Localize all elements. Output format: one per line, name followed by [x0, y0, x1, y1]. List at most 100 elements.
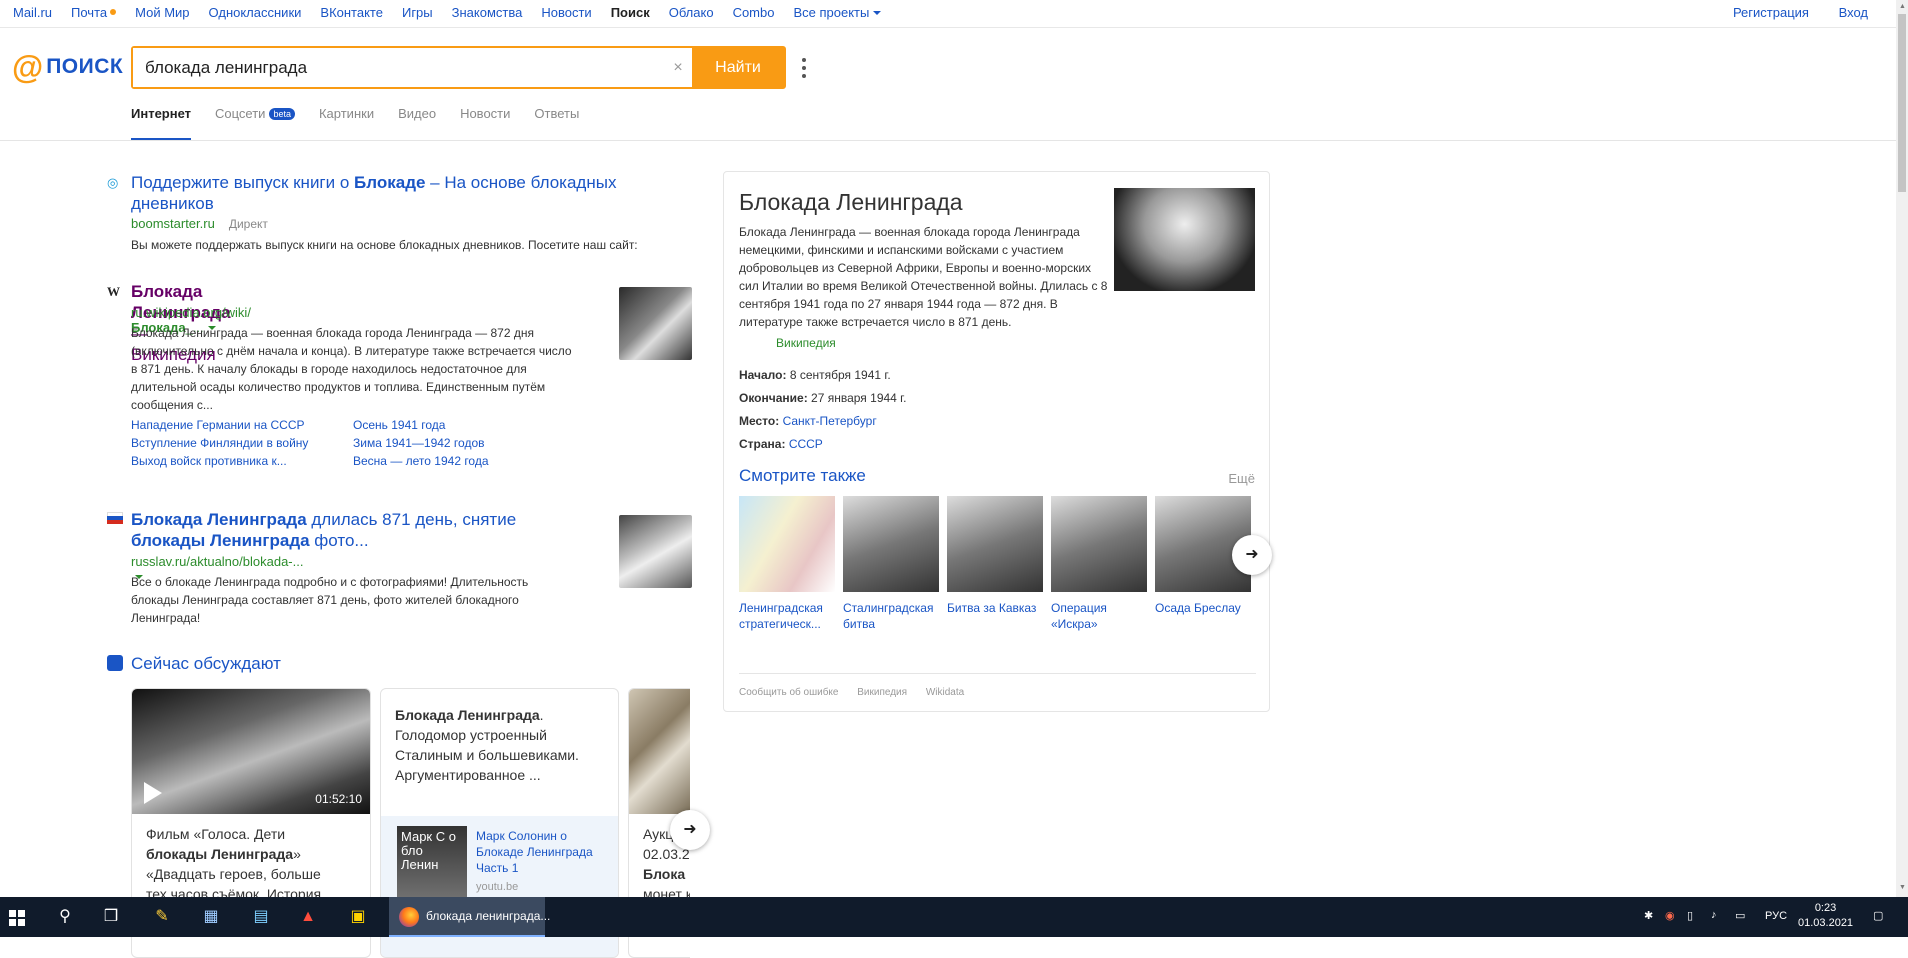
tab-novosti[interactable]: Новости — [460, 106, 510, 141]
sublink[interactable]: Нападение Германии на СССР — [131, 418, 353, 432]
search-icon[interactable]: ⚲ — [55, 907, 75, 927]
card-sublink-title[interactable]: Марк Солонин о Блокаде Ленинграда Часть … — [476, 828, 606, 876]
nav-novosti[interactable]: Новости — [541, 5, 591, 20]
see-also-item[interactable]: Ленинградская стратегическ... — [739, 496, 835, 632]
login-link[interactable]: Вход — [1839, 5, 1868, 20]
snippet-line: Ленинграда! — [131, 611, 201, 625]
see-also-label[interactable]: Осада Бреслау — [1155, 600, 1251, 616]
sublink[interactable]: Весна — лето 1942 года — [353, 454, 553, 468]
result-ad-url[interactable]: boomstarter.ru Директ — [131, 216, 268, 231]
tab-internet[interactable]: Интернет — [131, 106, 192, 141]
kp-next-arrow-icon[interactable]: ➜ — [1232, 535, 1272, 575]
tab-otvety[interactable]: Ответы — [534, 106, 579, 141]
fact-value-link[interactable]: СССР — [789, 437, 823, 451]
see-also-label[interactable]: Сталинградская битва — [843, 600, 939, 632]
result-russlav-thumbnail[interactable] — [619, 515, 692, 588]
bluetooth-icon[interactable]: ✱ — [1644, 909, 1653, 922]
carousel-next-button[interactable]: ➜ — [670, 810, 710, 850]
tab-socseti[interactable]: Соцсети beta — [215, 106, 295, 141]
fact-label: Начало: — [739, 368, 787, 382]
clear-icon[interactable]: × — [664, 48, 692, 87]
footer-wikipedia-link[interactable]: Википедия — [857, 687, 907, 698]
search-button[interactable]: Найти — [692, 48, 784, 87]
kp-source-link[interactable]: Википедия — [776, 336, 836, 350]
notepad-icon[interactable]: ▤ — [251, 907, 271, 927]
auth-links: Регистрация Вход — [1707, 5, 1868, 20]
coins-thumbnail[interactable] — [629, 689, 690, 814]
kp-see-also-heading[interactable]: Смотрите также — [739, 466, 866, 486]
discuss-heading[interactable]: Сейчас обсуждают — [107, 654, 281, 674]
kp-more-link[interactable]: Ещё — [1228, 471, 1255, 486]
app-tray-icon[interactable]: ◉ — [1665, 909, 1675, 922]
paint-icon[interactable]: ✎ — [152, 907, 172, 927]
taskbar-firefox-window[interactable]: блокада ленинграда... — [389, 897, 550, 937]
nav-pochta[interactable]: Почта — [71, 5, 117, 20]
more-menu-icon[interactable] — [800, 58, 808, 82]
nav-igry[interactable]: Игры — [402, 5, 433, 20]
sublink[interactable]: Вступление Финляндии в войну — [131, 436, 353, 450]
see-also-item[interactable]: Операция «Искра» — [1051, 496, 1147, 632]
play-icon[interactable] — [144, 782, 162, 804]
network-icon[interactable]: ▭ — [1735, 909, 1745, 922]
fact-value-link[interactable]: Санкт-Петербург — [783, 414, 877, 428]
report-error-link[interactable]: Сообщить об ошибке — [739, 687, 838, 698]
kp-facts: Начало: 8 сентября 1941 г. Окончание: 27… — [739, 364, 906, 456]
nav-oblako[interactable]: Облако — [669, 5, 714, 20]
result-russlav-title[interactable]: Блокада Ленинграда длилась 871 день, сня… — [131, 509, 571, 551]
direct-label: Директ — [228, 217, 268, 231]
card-text: Блокада Ленинграда. Голодомор устроенный С… — [381, 689, 618, 795]
nav-odnoklassniki[interactable]: Одноклассники — [209, 5, 302, 20]
see-also-image[interactable] — [843, 496, 939, 592]
see-also-label[interactable]: Битва за Кавказ — [947, 600, 1043, 616]
nav-moy-mir[interactable]: Мой Мир — [135, 5, 189, 20]
nav-vkontakte[interactable]: ВКонтакте — [320, 5, 383, 20]
notifications-icon[interactable]: ▢ — [1873, 909, 1883, 922]
nav-mailru[interactable]: Mail.ru — [13, 5, 52, 20]
snippet-line: сообщения с... — [131, 398, 213, 412]
calculator-icon[interactable]: ▦ — [201, 907, 221, 927]
see-also-label[interactable]: Операция «Искра» — [1051, 600, 1147, 632]
clock[interactable]: 0:23 01.03.2021 — [1798, 901, 1853, 931]
chevron-down-icon — [873, 11, 882, 15]
scrollbar-thumb[interactable] — [1898, 14, 1906, 192]
search-input[interactable]: блокада ленинграда — [133, 48, 664, 87]
russian-flag-icon — [107, 512, 123, 528]
card-sublink-thumbnail[interactable]: Марк С о бло Ленин — [397, 826, 467, 906]
scroll-down-icon[interactable]: ▼ — [1899, 884, 1906, 891]
tab-kartinki[interactable]: Картинки — [319, 106, 374, 141]
logo[interactable]: @ ПОИСК — [12, 49, 123, 85]
nav-all-projects[interactable]: Все проекты — [793, 5, 882, 20]
nav-poisk[interactable]: Поиск — [611, 5, 650, 20]
sublink[interactable]: Выход войск противника к... — [131, 454, 353, 468]
scroll-up-icon[interactable]: ▲ — [1899, 3, 1906, 10]
battery-icon[interactable]: ▯ — [1687, 909, 1693, 922]
task-view-icon[interactable]: ❒ — [101, 907, 121, 927]
sublink[interactable]: Зима 1941—1942 годов — [353, 436, 553, 450]
logo-at: @ — [12, 49, 44, 85]
card-text-part: » — [293, 846, 301, 862]
see-also-image[interactable] — [947, 496, 1043, 592]
see-also-image[interactable] — [739, 496, 835, 592]
see-also-label[interactable]: Ленинградская стратегическ... — [739, 600, 835, 632]
windows-start-icon[interactable] — [6, 907, 26, 927]
result-ad-title[interactable]: Поддержите выпуск книги о Блокаде – На о… — [131, 172, 691, 214]
page-scrollbar[interactable]: ▲ ▼ — [1896, 0, 1908, 897]
see-also-image[interactable] — [1051, 496, 1147, 592]
result-wiki-thumbnail[interactable] — [619, 287, 692, 360]
kp-title: Блокада Ленинграда — [739, 189, 963, 215]
footer-wikidata-link[interactable]: Wikidata — [926, 687, 964, 698]
register-link[interactable]: Регистрация — [1733, 5, 1809, 20]
nav-combo[interactable]: Combo — [733, 5, 775, 20]
app-triangle-icon[interactable]: ▲ — [298, 907, 318, 927]
language-indicator[interactable]: РУС — [1765, 910, 1787, 922]
see-also-item[interactable]: Сталинградская битва — [843, 496, 939, 632]
volume-icon[interactable]: ♪ — [1711, 909, 1717, 921]
nav-znakomstva[interactable]: Знакомства — [452, 5, 523, 20]
kp-source: Википедия — [776, 336, 836, 350]
tab-video[interactable]: Видео — [398, 106, 436, 141]
search-box: блокада ленинграда × Найти — [131, 46, 786, 89]
see-also-item[interactable]: Битва за Кавказ — [947, 496, 1043, 632]
sublink[interactable]: Осень 1941 года — [353, 418, 553, 432]
file-explorer-icon[interactable]: ▣ — [348, 907, 368, 927]
video-thumbnail[interactable]: 01:52:10 — [132, 689, 370, 814]
